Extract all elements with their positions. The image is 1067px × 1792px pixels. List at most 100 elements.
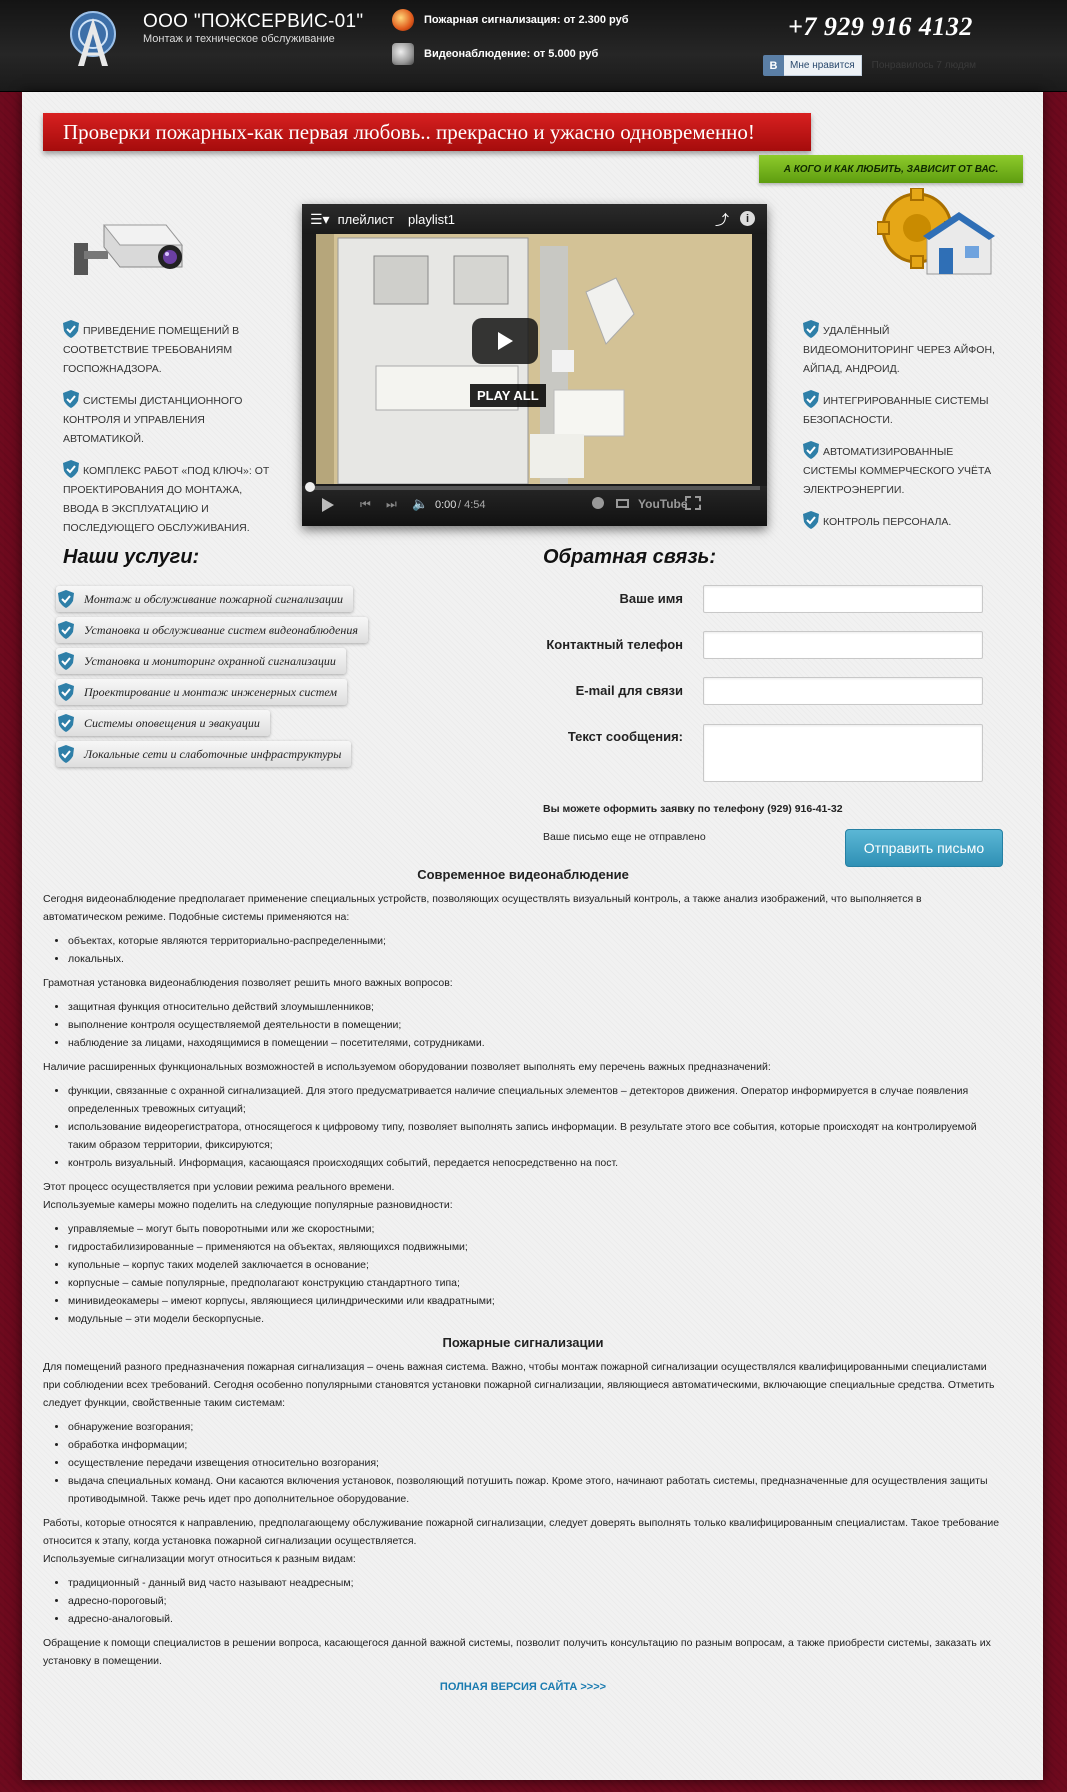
phone-order-note: Вы можете оформить заявку по телефону (9… bbox=[543, 803, 843, 815]
service-item[interactable]: Системы оповещения и эвакуации bbox=[56, 710, 270, 736]
play-all-button[interactable]: PLAY ALL bbox=[470, 384, 546, 407]
play-button-icon[interactable] bbox=[472, 318, 538, 364]
service-label[interactable]: Установка и обслуживание систем видеонаб… bbox=[56, 617, 368, 643]
shield-check-icon bbox=[803, 320, 819, 338]
services-title: Наши услуги: bbox=[63, 546, 200, 568]
list-item: обработка информации; bbox=[68, 1436, 1003, 1454]
message-field[interactable] bbox=[703, 724, 983, 782]
name-field[interactable] bbox=[703, 585, 983, 613]
offer-video-text: Видеонаблюдение: от 5.000 руб bbox=[424, 48, 599, 60]
list-item: гидростабилизированные – применяются на … bbox=[68, 1238, 1003, 1256]
list-item: защитная функция относительно действий з… bbox=[68, 998, 1003, 1016]
company-subtitle: Монтаж и техническое обслуживание bbox=[143, 33, 335, 45]
share-icon[interactable]: ⤴ bbox=[715, 210, 729, 230]
service-label[interactable]: Установка и мониторинг охранной сигнализ… bbox=[56, 648, 346, 674]
list-item: объектах, которые являются территориальн… bbox=[68, 932, 1003, 950]
list-item: локальных. bbox=[68, 950, 1003, 968]
video-player[interactable]: ☰▾ плейлист playlist1 ⤴ i PLAY ALL ⏮ ⏭ 🔈… bbox=[302, 204, 767, 526]
service-label[interactable]: Проектирование и монтаж инженерных систе… bbox=[56, 679, 348, 705]
email-field[interactable] bbox=[703, 677, 983, 705]
name-label: Ваше имя bbox=[619, 591, 684, 606]
article-paragraph: Обращение к помощи специалистов в решени… bbox=[43, 1637, 991, 1667]
article-list: обнаружение возгорания; обработка информ… bbox=[68, 1418, 1003, 1508]
shield-check-icon bbox=[63, 320, 79, 338]
list-item: осуществление передачи извещения относит… bbox=[68, 1454, 1003, 1472]
antenna-logo-icon[interactable] bbox=[64, 10, 122, 70]
full-version-link[interactable]: ПОЛНАЯ ВЕРСИЯ САЙТА >>>> bbox=[43, 1678, 1003, 1696]
playlist-label[interactable]: плейлист bbox=[338, 212, 394, 227]
form-status: Ваше письмо еще не отправлено bbox=[543, 831, 706, 843]
fire-alarm-icon bbox=[392, 9, 414, 31]
next-icon[interactable]: ⏭ bbox=[386, 497, 397, 512]
shield-check-icon bbox=[803, 441, 819, 459]
promo-tag: А КОГО И КАК ЛЮБИТЬ, ЗАВИСИТ ОТ ВАС. bbox=[759, 155, 1023, 183]
article-paragraph: Работы, которые относятся к направлению,… bbox=[43, 1517, 1000, 1547]
captions-icon[interactable] bbox=[616, 499, 629, 508]
video-controls: ⏮ ⏭ 🔈 0:00 / 4:54 YouTube bbox=[302, 482, 767, 526]
feature-item: Приведение помещений в соответствие треб… bbox=[63, 320, 273, 379]
playlist-menu-icon[interactable]: ☰▾ bbox=[310, 211, 330, 228]
service-label[interactable]: Локальные сети и слаботочные инфраструкт… bbox=[56, 741, 352, 767]
play-icon[interactable] bbox=[322, 498, 334, 512]
article-paragraph: Используемые сигнализации могут относить… bbox=[43, 1553, 356, 1565]
site-header: ООО "ПОЖСЕРВИС-01" Монтаж и техническое … bbox=[0, 0, 1067, 92]
prev-icon[interactable]: ⏮ bbox=[360, 497, 371, 512]
article-heading-fire: Пожарные сигнализации bbox=[442, 1335, 604, 1350]
list-item: использование видеорегистратора, относящ… bbox=[68, 1118, 1003, 1154]
playlist-name[interactable]: playlist1 bbox=[408, 212, 455, 227]
send-message-button[interactable]: Отправить письмо bbox=[845, 829, 1003, 867]
service-label[interactable]: Монтаж и обслуживание пожарной сигнализа… bbox=[56, 586, 354, 612]
fullscreen-icon[interactable] bbox=[685, 496, 701, 510]
volume-icon[interactable]: 🔈 bbox=[412, 496, 428, 512]
watch-later-icon[interactable] bbox=[592, 497, 604, 509]
phone-field[interactable] bbox=[703, 631, 983, 659]
list-item: корпусные – самые популярные, предполага… bbox=[68, 1274, 1003, 1292]
video-thumbnail[interactable]: PLAY ALL bbox=[316, 234, 752, 484]
time-current: 0:00 bbox=[435, 499, 457, 511]
shield-check-icon bbox=[803, 511, 819, 529]
shield-check-icon bbox=[58, 652, 74, 670]
camera-icon bbox=[392, 43, 414, 65]
service-item[interactable]: Локальные сети и слаботочные инфраструкт… bbox=[56, 741, 352, 767]
vk-like-button[interactable]: Мне нравится bbox=[784, 55, 862, 76]
feature-item: Контроль персонала. bbox=[803, 511, 1003, 532]
article: Современное видеонаблюдение Сегодня виде… bbox=[43, 866, 1003, 1696]
list-item: купольные – корпус таких моделей заключа… bbox=[68, 1256, 1003, 1274]
features-right: Удалённый видеомониторинг через айфон, а… bbox=[803, 320, 1003, 543]
message-label: Текст сообщения: bbox=[567, 729, 683, 744]
article-paragraph: Грамотная установка видеонаблюдения позв… bbox=[43, 977, 453, 989]
header-phone[interactable]: +7 929 916 4132 bbox=[788, 12, 973, 42]
shield-check-icon bbox=[63, 460, 79, 478]
email-label: E-mail для связи bbox=[575, 683, 683, 698]
vk-logo-icon[interactable]: В bbox=[763, 55, 784, 76]
info-icon[interactable]: i bbox=[740, 211, 755, 226]
smart-home-gear-icon bbox=[877, 188, 995, 275]
list-item: адресно-пороговый; bbox=[68, 1592, 1003, 1610]
list-item: обнаружение возгорания; bbox=[68, 1418, 1003, 1436]
article-heading-video: Современное видеонаблюдение bbox=[417, 867, 629, 882]
shield-check-icon bbox=[63, 390, 79, 408]
list-item: выдача специальных команд. Они касаются … bbox=[68, 1472, 1003, 1508]
progress-bar[interactable] bbox=[309, 486, 760, 490]
article-paragraph: Сегодня видеонаблюдение предполагает при… bbox=[43, 893, 922, 923]
company-name: ООО "ПОЖСЕРВИС-01" bbox=[143, 11, 364, 32]
feature-text: Автоматизированные системы коммерческого… bbox=[803, 446, 992, 496]
feature-item: Системы дистанционного контроля и управл… bbox=[63, 390, 273, 449]
list-item: контроль визуальный. Информация, касающа… bbox=[68, 1154, 1003, 1172]
offer-fire-alarm: Пожарная сигнализация: от 2.300 руб bbox=[392, 9, 629, 31]
feature-item: Автоматизированные системы коммерческого… bbox=[803, 441, 1003, 500]
service-label[interactable]: Системы оповещения и эвакуации bbox=[56, 710, 270, 736]
service-item[interactable]: Проектирование и монтаж инженерных систе… bbox=[56, 679, 348, 705]
service-item[interactable]: Установка и обслуживание систем видеонаб… bbox=[56, 617, 368, 643]
offer-video: Видеонаблюдение: от 5.000 руб bbox=[392, 43, 598, 65]
vk-like-count: Понравилось 7 людям bbox=[871, 60, 976, 71]
form-title: Обратная связь: bbox=[543, 546, 717, 568]
service-item[interactable]: Монтаж и обслуживание пожарной сигнализа… bbox=[56, 586, 354, 612]
feature-text: Приведение помещений в соответствие треб… bbox=[63, 325, 240, 375]
service-item[interactable]: Установка и мониторинг охранной сигнализ… bbox=[56, 648, 346, 674]
article-paragraph: Используемые камеры можно поделить на сл… bbox=[43, 1199, 453, 1211]
youtube-logo[interactable]: YouTube bbox=[638, 497, 688, 511]
progress-handle[interactable] bbox=[305, 482, 315, 492]
article-paragraph: Наличие расширенных функциональных возмо… bbox=[43, 1061, 771, 1073]
features-left: Приведение помещений в соответствие треб… bbox=[63, 320, 273, 549]
